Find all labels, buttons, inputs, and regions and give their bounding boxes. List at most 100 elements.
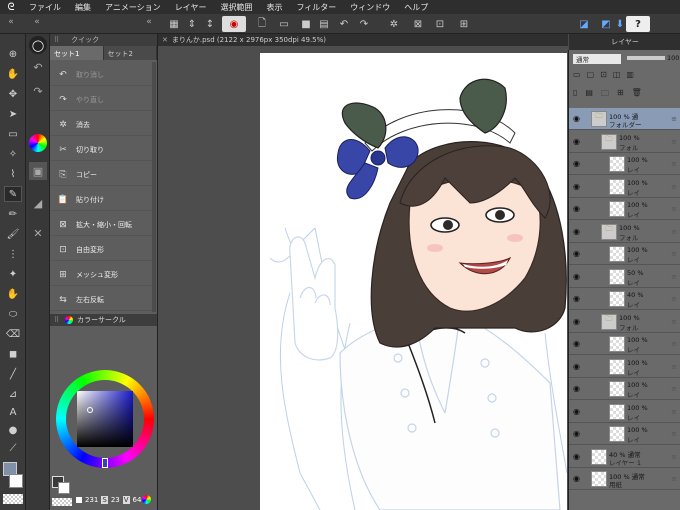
hue-ring[interactable] [56, 370, 154, 468]
sub-color-chip[interactable] [58, 482, 70, 494]
layer-menu-icon[interactable]: ≡ [671, 138, 677, 146]
move-tool-icon[interactable]: ✥ [4, 86, 22, 102]
collapse-left-icon[interactable]: « [4, 17, 18, 29]
new-file-icon[interactable]: 🗋 [254, 16, 270, 32]
menu-edit[interactable]: 編集 [68, 2, 98, 13]
eye-icon[interactable]: ◉ [573, 384, 583, 394]
layer-row[interactable]: ◉ 100 % レイ ≡ [569, 243, 680, 265]
deselect-icon[interactable]: ⊡ [432, 16, 448, 32]
zoom-tool-icon[interactable]: ⊕ [4, 46, 22, 62]
layer-menu-icon[interactable]: ≡ [671, 430, 677, 438]
eye-icon[interactable]: ◉ [573, 159, 583, 169]
layer-row[interactable]: ◉ 100 % レイ ≡ [569, 333, 680, 355]
layer-menu-icon[interactable]: ≡ [671, 250, 677, 258]
record-icon[interactable]: ◉ [222, 16, 246, 32]
eye-icon[interactable]: ◉ [573, 294, 583, 304]
layer-row[interactable]: ◉ 50 % レイ ≡ [569, 266, 680, 288]
layer-menu-icon[interactable]: ≡ [671, 160, 677, 168]
layer-menu-icon[interactable]: ≡ [671, 115, 677, 123]
layer-folder-row[interactable]: ◉ 🗀 100 % フォル ≡ [569, 131, 680, 153]
layer-row[interactable]: ◉ 100 % レイ ≡ [569, 423, 680, 445]
clear-icon[interactable]: ✲ [386, 16, 402, 32]
layer-menu-icon[interactable]: ≡ [671, 205, 677, 213]
quick-item[interactable]: ⊠ 拡大・縮小・回転 [50, 214, 152, 236]
layer-clip-icon[interactable]: ⊡ [600, 70, 607, 84]
layer-row[interactable]: ◉ 100 % 通常 用紙 ≡ [569, 468, 680, 490]
opacity-value[interactable]: 100 [667, 54, 679, 62]
layer-menu-icon[interactable]: ≡ [671, 318, 677, 326]
quick-item[interactable]: 📋 貼り付け [50, 189, 152, 211]
layer-row[interactable]: ◉ 100 % レイ ≡ [569, 153, 680, 175]
layer-menu-icon[interactable]: ≡ [671, 228, 677, 236]
layer-menu-icon[interactable]: ≡ [671, 295, 677, 303]
layer-row[interactable]: ◉ 100 % レイ ≡ [569, 176, 680, 198]
layer-row[interactable]: ◉ 100 % レイ ≡ [569, 378, 680, 400]
fill-icon[interactable]: ⬭ [4, 306, 22, 322]
search-icon[interactable]: ◯ [29, 36, 47, 54]
selection-icon[interactable]: ⊞ [456, 16, 472, 32]
color-wheel-icon[interactable] [29, 134, 47, 152]
menu-file[interactable]: ファイル [22, 2, 68, 13]
help-icon[interactable]: ? [626, 16, 650, 32]
layer-menu-icon[interactable]: ≡ [671, 385, 677, 393]
app-logo-icon[interactable]: ᘓ [0, 2, 22, 13]
select-rect-icon[interactable]: ▭ [4, 126, 22, 142]
tab-set2[interactable]: セット2 [103, 46, 157, 60]
eye-icon[interactable]: ◉ [573, 407, 583, 417]
new-raster-icon[interactable]: ▯ [573, 88, 577, 102]
redo-sub-icon[interactable]: ↷ [29, 82, 47, 100]
undo-sub-icon[interactable]: ↶ [29, 58, 47, 76]
transparent-chip[interactable] [52, 498, 72, 506]
quick-item[interactable]: ✲ 消去 [50, 114, 152, 136]
layer-icon[interactable]: ■ [298, 16, 314, 32]
layer-menu-icon[interactable]: ≡ [671, 475, 677, 483]
new-vector-icon[interactable]: ▤ [585, 88, 593, 102]
layer-menu-icon[interactable]: ≡ [671, 183, 677, 191]
quick-item[interactable]: ⎘ コピー [50, 164, 152, 186]
merge-icon[interactable]: ⊞ [617, 88, 624, 102]
eye-icon[interactable]: ◉ [573, 339, 583, 349]
tab-set1[interactable]: セット1 [50, 46, 104, 60]
quick-item[interactable]: ✂ 切り取り [50, 139, 152, 161]
quick-item[interactable]: ⇆ 左右反転 [50, 289, 152, 311]
ruler-icon[interactable]: ◪ [576, 16, 592, 32]
layer-menu-icon[interactable]: ≡ [671, 340, 677, 348]
layer-row[interactable]: ◉ 100 % レイ ≡ [569, 198, 680, 220]
close-sub-icon[interactable]: ✕ [29, 224, 47, 242]
layer-row[interactable]: ◉ 100 % レイ ≡ [569, 401, 680, 423]
layer-menu-icon[interactable]: ≡ [671, 408, 677, 416]
brush-tool-icon[interactable]: 🖌 [4, 226, 22, 242]
arrows-updown-icon[interactable]: ⇕ [184, 16, 200, 32]
quick-item[interactable]: ⊡ 自由変形 [50, 239, 152, 261]
quick-item[interactable]: ⊞ メッシュ変形 [50, 264, 152, 286]
eye-icon[interactable]: ◉ [573, 182, 583, 192]
opacity-slider[interactable] [627, 56, 665, 60]
layer-folder-row[interactable]: ◉ 🗀 100 % フォル ≡ [569, 311, 680, 333]
drawing-canvas[interactable] [260, 53, 567, 510]
eye-icon[interactable]: ◉ [573, 204, 583, 214]
gradient-icon[interactable]: ◼ [4, 346, 22, 362]
airbrush-icon[interactable]: ⋮ [4, 246, 22, 262]
layer-row[interactable]: ◉ 100 % レイ ≡ [569, 356, 680, 378]
correction-tool-icon[interactable]: ⟋ [4, 440, 22, 456]
ruler-sub-icon[interactable]: ◢ [29, 194, 47, 212]
transparent-color-swatch[interactable] [3, 494, 23, 504]
layer-add-icon[interactable]: ▤ [316, 16, 332, 32]
grid-icon[interactable]: ▦ [166, 16, 182, 32]
pencil-tool-icon[interactable]: ✏ [4, 206, 22, 222]
eye-icon[interactable]: ◉ [573, 272, 583, 282]
close-tab-icon[interactable]: ✕ [162, 36, 168, 44]
layer-row[interactable]: ◉ 40 % 通常 レイヤー 1 ≡ [569, 446, 680, 468]
layer-new-icon[interactable]: ▭ [573, 70, 581, 84]
collapse-left-icon-2[interactable]: « [30, 17, 44, 29]
eye-icon[interactable]: ◉ [573, 317, 583, 327]
lasso-icon[interactable]: ✧ [4, 146, 22, 162]
eyedropper-icon[interactable]: ⌇ [4, 166, 22, 182]
eye-icon[interactable]: ◉ [573, 429, 583, 439]
eye-icon[interactable]: ◉ [573, 114, 583, 124]
balloon-tool-icon[interactable]: ● [4, 422, 22, 438]
color-picker-marker[interactable] [87, 407, 93, 413]
hand-tool-icon[interactable]: ✋ [4, 66, 22, 82]
save-icon[interactable]: ▭ [276, 16, 292, 32]
blend-icon[interactable]: ✋ [4, 286, 22, 302]
